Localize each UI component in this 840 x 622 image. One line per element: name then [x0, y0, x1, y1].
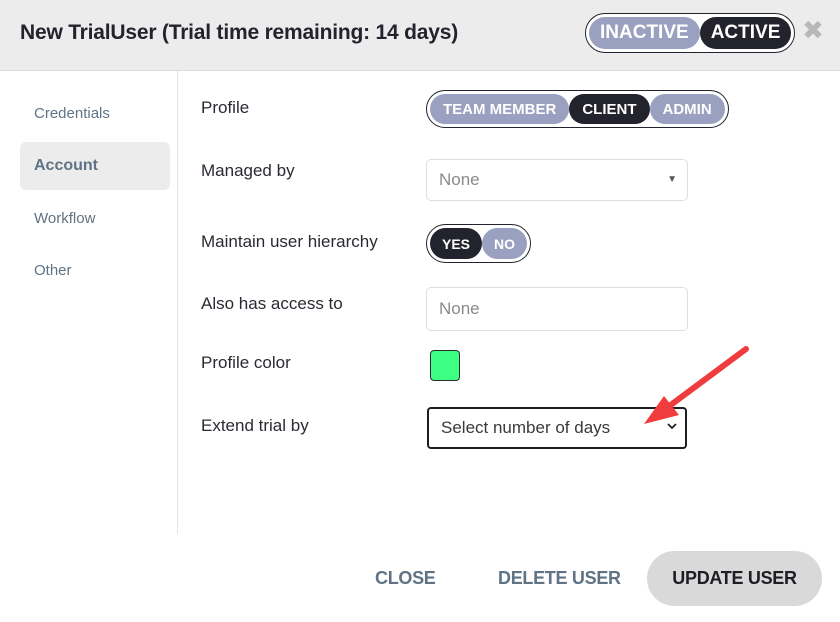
- hierarchy-yes-option[interactable]: YES: [430, 228, 483, 259]
- caret-down-icon: ▼: [667, 174, 677, 185]
- dialog-title: New TrialUser (Trial time remaining: 14 …: [20, 21, 458, 44]
- extend-trial-value: Select number of days: [441, 418, 611, 437]
- hierarchy-label: Maintain user hierarchy: [201, 232, 378, 251]
- sidebar-item-label: Credentials: [34, 104, 110, 122]
- chevron-down-icon: [667, 423, 677, 430]
- close-icon[interactable]: ✖: [800, 17, 826, 43]
- update-user-button[interactable]: UPDATE USER: [647, 551, 822, 606]
- delete-user-button[interactable]: DELETE USER: [498, 568, 621, 589]
- profile-toggle[interactable]: TEAM MEMBER CLIENT ADMIN: [426, 90, 729, 128]
- extend-trial-select[interactable]: Select number of days: [427, 407, 687, 449]
- sidebar-item-label: Account: [34, 157, 98, 174]
- access-input[interactable]: None: [426, 287, 688, 331]
- access-label: Also has access to: [201, 294, 343, 313]
- profile-admin-option[interactable]: ADMIN: [649, 94, 725, 124]
- managed-by-select[interactable]: None ▼: [426, 159, 688, 201]
- profile-color-label: Profile color: [201, 353, 291, 372]
- status-inactive-option[interactable]: INACTIVE: [589, 17, 700, 49]
- sidebar-item-account[interactable]: Account: [20, 142, 170, 190]
- sidebar: Credentials Account Workflow Other: [0, 71, 178, 534]
- status-toggle[interactable]: INACTIVE ACTIVE: [585, 13, 796, 53]
- profile-team-member-option[interactable]: TEAM MEMBER: [430, 94, 570, 124]
- close-button[interactable]: CLOSE: [375, 568, 436, 589]
- profile-label: Profile: [201, 98, 250, 117]
- sidebar-item-credentials[interactable]: Credentials: [20, 89, 170, 137]
- dialog-header: New TrialUser (Trial time remaining: 14 …: [0, 0, 840, 71]
- managed-by-label: Managed by: [201, 161, 295, 180]
- hierarchy-no-option[interactable]: NO: [482, 228, 528, 259]
- extend-trial-label: Extend trial by: [201, 416, 309, 435]
- sidebar-item-label: Other: [34, 261, 72, 279]
- managed-by-value: None: [439, 170, 480, 189]
- profile-color-swatch[interactable]: [430, 350, 460, 381]
- profile-client-option[interactable]: CLIENT: [569, 94, 650, 124]
- sidebar-item-workflow[interactable]: Workflow: [20, 194, 170, 242]
- hierarchy-toggle[interactable]: YES NO: [426, 224, 532, 263]
- access-placeholder: None: [439, 299, 480, 318]
- status-active-option[interactable]: ACTIVE: [699, 17, 792, 49]
- sidebar-item-other[interactable]: Other: [20, 246, 170, 294]
- sidebar-item-label: Workflow: [34, 209, 96, 227]
